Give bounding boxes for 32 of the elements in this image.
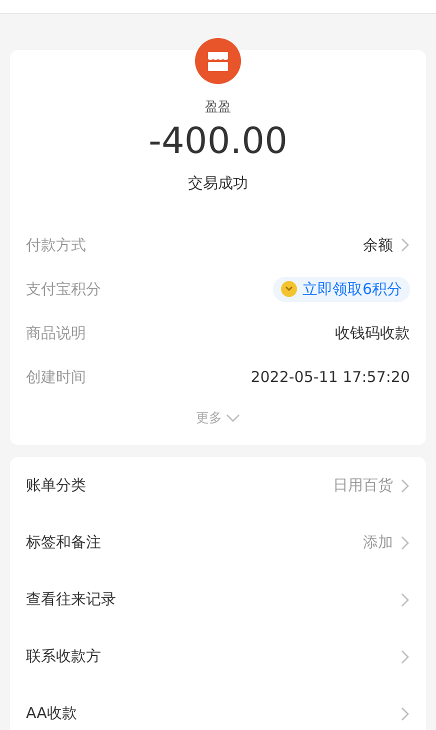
badge-text: 立即领取6积分 [302,280,402,298]
action-row[interactable]: 查看往来记录 [10,571,426,628]
action-label: 联系收款方 [26,647,101,666]
chevron-right-icon [401,592,410,606]
action-value: 添加 [363,533,393,552]
action-row[interactable]: 账单分类 日用百货 [10,457,426,514]
merchant-name: 盈盈 [205,99,231,116]
transaction-status: 交易成功 [188,174,248,193]
action-row[interactable]: 联系收款方 [10,628,426,685]
chevron-right-icon [401,650,410,664]
action-label: 账单分类 [26,476,86,495]
detail-value: 收钱码收款 [335,324,410,342]
coin-icon [281,281,298,297]
action-row[interactable]: AA收款 [10,685,426,730]
action-row[interactable]: 标签和备注 添加 [10,514,426,571]
detail-label: 付款方式 [26,236,86,254]
chevron-right-icon [401,238,410,252]
detail-label: 支付宝积分 [26,280,101,298]
chevron-down-icon [226,414,240,422]
action-value: 日用百货 [333,476,393,495]
detail-label: 商品说明 [26,324,86,342]
chevron-right-icon [401,536,410,550]
points-badge[interactable]: 立即领取6积分 [273,276,410,302]
detail-value: 2022-05-11 17:57:20 [250,368,410,386]
action-label: AA收款 [26,704,77,723]
action-label: 查看往来记录 [26,590,116,609]
detail-value[interactable]: 余额 [363,236,393,254]
detail-label: 创建时间 [26,368,86,386]
chevron-right-icon [401,478,410,492]
action-label: 标签和备注 [26,533,101,552]
amount: -400.00 [148,122,288,162]
chevron-right-icon [401,706,410,720]
